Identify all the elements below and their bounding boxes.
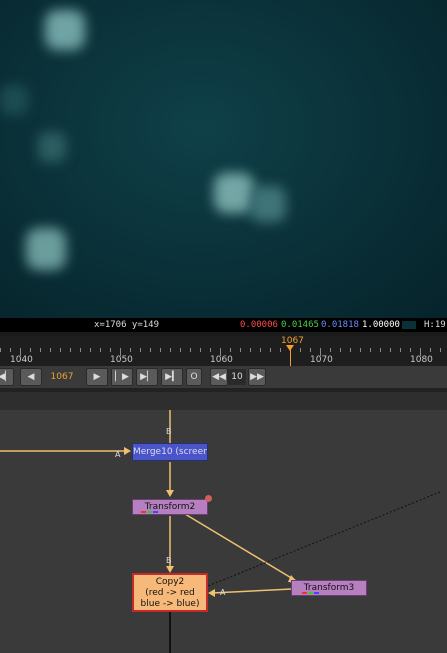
arrowhead-icon (124, 447, 131, 455)
skip-to-end-icon[interactable]: ▶▎ (161, 368, 183, 386)
timeline-tick (270, 348, 271, 352)
tick-label: 1080 (410, 355, 433, 365)
cursor-coordinates: x=1706 y=149 (94, 320, 160, 330)
timeline-tick (160, 348, 161, 352)
input-label-a: A (115, 450, 121, 459)
timeline-tick (110, 348, 111, 352)
viewer-canvas[interactable] (0, 0, 447, 318)
bokeh-blob (26, 228, 66, 270)
timeline-tick (60, 348, 61, 352)
pixel-green-value: 0.01465 (281, 320, 319, 330)
bokeh-blob (0, 85, 28, 115)
playhead-line (290, 346, 291, 366)
timeline-tick (360, 348, 361, 352)
timeline-tick (440, 348, 441, 352)
skip-to-start-icon[interactable]: ◀▏ (0, 368, 14, 386)
channel-indicator (147, 511, 152, 513)
channel-indicator (302, 592, 307, 594)
node-connections (0, 410, 441, 653)
node-graph-header (0, 392, 447, 410)
timeline-tick (390, 348, 391, 352)
timeline-tick (80, 348, 81, 352)
timeline-tick (0, 348, 1, 352)
step-increment-input[interactable]: 10 (228, 369, 246, 385)
timeline-tick (300, 348, 301, 352)
timeline-tick (260, 348, 261, 352)
pixel-alpha-value: 1.00000 (362, 320, 400, 330)
timeline-tick (340, 348, 341, 352)
timeline-tick (50, 348, 51, 352)
timeline-tick (370, 348, 371, 352)
timeline-tick (430, 348, 431, 352)
timeline-tick (200, 348, 201, 352)
node-transform3[interactable]: Transform3 (291, 580, 367, 596)
tick-label: 1050 (110, 355, 133, 365)
step-back-icon[interactable]: ◀ (20, 368, 42, 386)
timeline-tick (130, 348, 131, 352)
pixel-hsv-value: H:19 (424, 320, 446, 330)
pixel-red-value: 0.00006 (240, 320, 278, 330)
bokeh-blob (45, 10, 85, 50)
o-button[interactable]: O (186, 368, 202, 386)
tick-label: 1060 (210, 355, 233, 365)
channel-indicator (141, 511, 146, 513)
timeline-tick (380, 348, 381, 352)
node-merge10[interactable]: Merge10 (screen) (132, 443, 208, 461)
node-graph[interactable]: B A Merge10 (screen) Transform2 B Copy2(… (0, 410, 447, 653)
bokeh-blob (250, 186, 286, 222)
rewind-step-icon[interactable]: ◀◀ (210, 368, 228, 386)
timeline-tick (180, 348, 181, 352)
timeline-tick (250, 348, 251, 352)
pipe-transform2-to-transform3 (184, 513, 299, 583)
timeline-tick (90, 348, 91, 352)
pixel-blue-value: 0.01818 (321, 320, 359, 330)
timeline-tick (70, 348, 71, 352)
timeline-tick (240, 348, 241, 352)
frame-input[interactable]: 1067 (45, 369, 79, 385)
expression-link (207, 491, 441, 587)
node-indicator-icon (205, 495, 212, 502)
timeline-tick (30, 348, 31, 352)
timeline-tick (400, 348, 401, 352)
pixel-color-swatch (402, 321, 416, 329)
node-merge10-label: Merge10 (screen) (133, 447, 208, 457)
play-icon[interactable]: ▶ (86, 368, 108, 386)
timeline-tick (230, 348, 231, 352)
node-copy2-label: Copy2 (red -> red blue -> blue) (140, 577, 200, 609)
timeline-tick (150, 348, 151, 352)
timeline-tick (10, 348, 11, 352)
arrowhead-icon (166, 566, 174, 573)
timeline-tick (210, 348, 211, 352)
timeline-tick (280, 348, 281, 352)
timeline-tick (100, 348, 101, 352)
timeline-tick (170, 348, 171, 352)
input-label-b: B (166, 556, 172, 565)
timeline-tick (310, 348, 311, 352)
timeline-tick (330, 348, 331, 352)
channel-indicator (314, 592, 319, 594)
timeline-tick (350, 348, 351, 352)
timeline-tick (410, 348, 411, 352)
bokeh-blob (38, 132, 66, 162)
timeline-tick (140, 348, 141, 352)
timeline-tick (40, 348, 41, 352)
arrowhead-icon (208, 589, 215, 597)
transport-bar: ◀▏ ◀ 1067 ▶ ▏▶ ▶▏ ▶▎ O ◀◀ 10 ▶▶ (0, 366, 447, 388)
tick-label: 1040 (10, 355, 33, 365)
channel-indicator (153, 511, 158, 513)
input-label-b: B (166, 427, 172, 436)
timeline-tick (190, 348, 191, 352)
node-copy2[interactable]: Copy2 (red -> red blue -> blue) (132, 573, 208, 612)
input-label-a: A (220, 588, 226, 597)
bokeh-blob (214, 173, 254, 213)
step-forward-icon[interactable]: ▶▏ (136, 368, 158, 386)
node-transform2[interactable]: Transform2 (132, 499, 208, 515)
timeline-ruler[interactable]: 1040 1050 1060 1070 1080 1067 (0, 336, 447, 366)
next-keyframe-icon[interactable]: ▏▶ (111, 368, 133, 386)
viewer-info-bar: x=1706 y=149 0.00006 0.01465 0.01818 1.0… (0, 318, 447, 332)
channel-indicator (308, 592, 313, 594)
forward-step-icon[interactable]: ▶▶ (248, 368, 266, 386)
arrowhead-icon (166, 490, 174, 497)
tick-label: 1070 (310, 355, 333, 365)
